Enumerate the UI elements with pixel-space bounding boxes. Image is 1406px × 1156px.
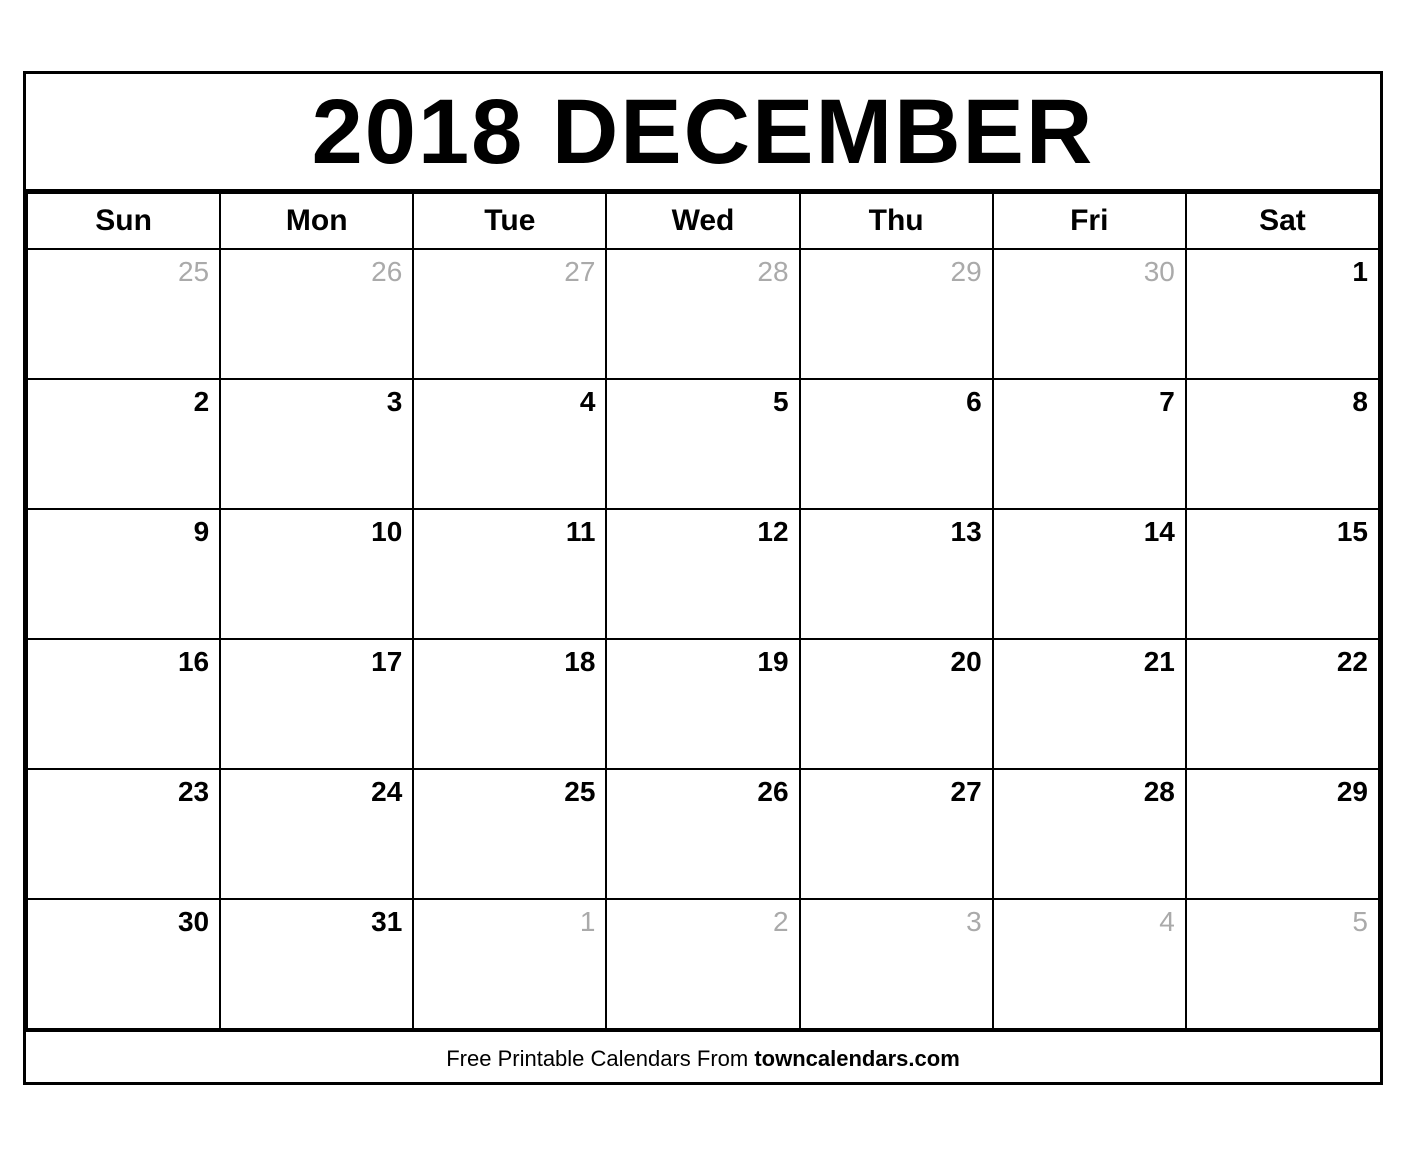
- days-of-week-row: SunMonTueWedThuFriSat: [27, 193, 1379, 249]
- calendar-cell: 25: [27, 249, 220, 379]
- week-row-1: 2526272829301: [27, 249, 1379, 379]
- calendar-title: 2018 DECEMBER: [26, 74, 1380, 192]
- day-header-sat: Sat: [1186, 193, 1379, 249]
- calendar-cell: 26: [220, 249, 413, 379]
- calendar-cell: 26: [606, 769, 799, 899]
- calendar-cell: 28: [993, 769, 1186, 899]
- calendar-cell: 3: [220, 379, 413, 509]
- day-header-tue: Tue: [413, 193, 606, 249]
- calendar-cell: 27: [800, 769, 993, 899]
- calendar-cell: 5: [1186, 899, 1379, 1029]
- calendar-cell: 25: [413, 769, 606, 899]
- day-header-sun: Sun: [27, 193, 220, 249]
- week-row-2: 2345678: [27, 379, 1379, 509]
- day-header-wed: Wed: [606, 193, 799, 249]
- calendar-cell: 22: [1186, 639, 1379, 769]
- calendar-cell: 28: [606, 249, 799, 379]
- calendar-grid: SunMonTueWedThuFriSat 252627282930123456…: [26, 192, 1380, 1030]
- calendar-cell: 29: [800, 249, 993, 379]
- calendar-cell: 12: [606, 509, 799, 639]
- calendar-container: 2018 DECEMBER SunMonTueWedThuFriSat 2526…: [23, 71, 1383, 1085]
- calendar-cell: 27: [413, 249, 606, 379]
- calendar-cell: 3: [800, 899, 993, 1029]
- week-row-3: 9101112131415: [27, 509, 1379, 639]
- calendar-cell: 6: [800, 379, 993, 509]
- day-header-thu: Thu: [800, 193, 993, 249]
- calendar-cell: 2: [27, 379, 220, 509]
- calendar-body: 2526272829301234567891011121314151617181…: [27, 249, 1379, 1029]
- calendar-cell: 7: [993, 379, 1186, 509]
- footer: Free Printable Calendars From towncalend…: [26, 1030, 1380, 1082]
- calendar-cell: 15: [1186, 509, 1379, 639]
- calendar-cell: 10: [220, 509, 413, 639]
- calendar-cell: 1: [1186, 249, 1379, 379]
- calendar-cell: 1: [413, 899, 606, 1029]
- calendar-cell: 16: [27, 639, 220, 769]
- calendar-cell: 21: [993, 639, 1186, 769]
- calendar-cell: 13: [800, 509, 993, 639]
- calendar-cell: 9: [27, 509, 220, 639]
- calendar-cell: 4: [993, 899, 1186, 1029]
- calendar-cell: 19: [606, 639, 799, 769]
- calendar-cell: 8: [1186, 379, 1379, 509]
- week-row-6: 303112345: [27, 899, 1379, 1029]
- calendar-cell: 11: [413, 509, 606, 639]
- calendar-cell: 30: [993, 249, 1186, 379]
- calendar-cell: 30: [27, 899, 220, 1029]
- calendar-cell: 23: [27, 769, 220, 899]
- calendar-cell: 5: [606, 379, 799, 509]
- day-header-mon: Mon: [220, 193, 413, 249]
- calendar-cell: 2: [606, 899, 799, 1029]
- calendar-cell: 24: [220, 769, 413, 899]
- week-row-5: 23242526272829: [27, 769, 1379, 899]
- calendar-cell: 31: [220, 899, 413, 1029]
- calendar-cell: 4: [413, 379, 606, 509]
- day-header-fri: Fri: [993, 193, 1186, 249]
- calendar-cell: 14: [993, 509, 1186, 639]
- calendar-cell: 29: [1186, 769, 1379, 899]
- footer-normal-text: Free Printable Calendars From: [446, 1046, 754, 1071]
- calendar-cell: 20: [800, 639, 993, 769]
- calendar-cell: 17: [220, 639, 413, 769]
- calendar-cell: 18: [413, 639, 606, 769]
- footer-bold-text: towncalendars.com: [754, 1046, 959, 1071]
- week-row-4: 16171819202122: [27, 639, 1379, 769]
